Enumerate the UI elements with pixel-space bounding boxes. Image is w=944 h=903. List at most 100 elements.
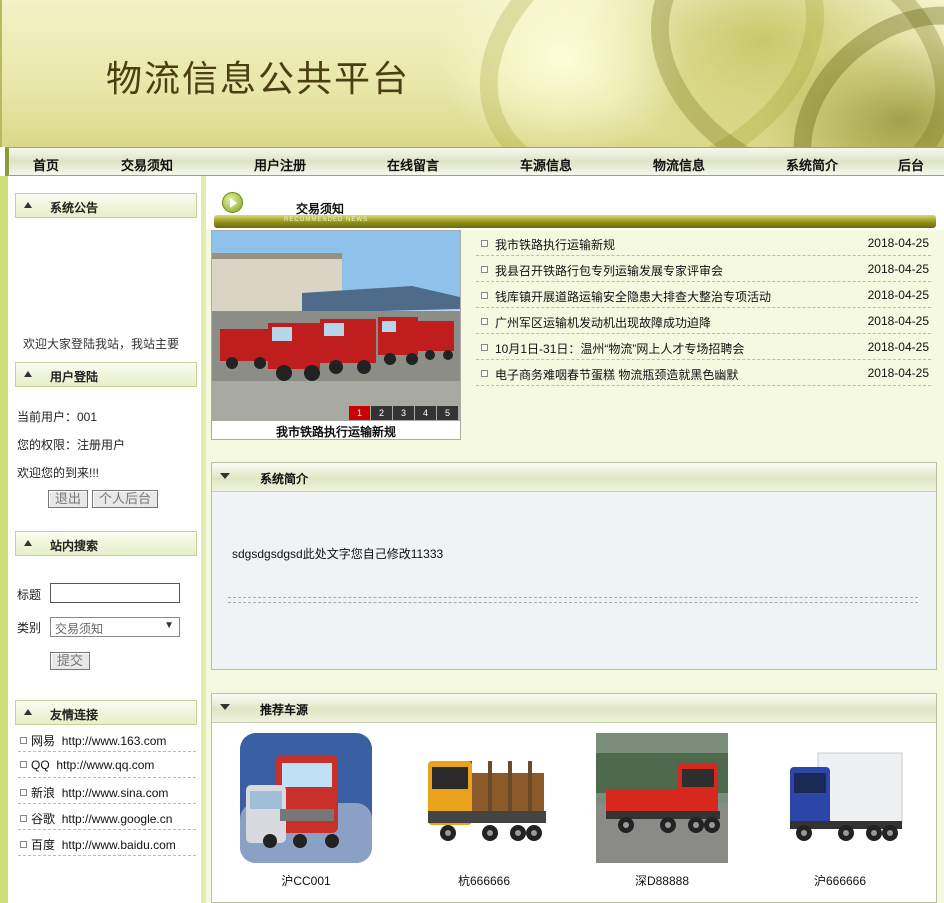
vehicle-image[interactable]	[240, 733, 372, 863]
vehicle-card[interactable]: 沪CC001	[240, 733, 372, 889]
news-item-date: 2018-04-25	[867, 340, 929, 354]
slider-pager: 1 2 3 4 5	[348, 406, 458, 420]
header-banner: 物流信息公共平台	[0, 0, 944, 147]
sidebar: 系统公告 欢迎大家登陆我站，我站主要 用户登陆 当前用户：001 您的权限：注册…	[8, 176, 201, 903]
left-accent-bar	[0, 176, 8, 903]
bullet-icon	[20, 737, 27, 744]
news-item-date: 2018-04-25	[867, 366, 929, 380]
vehicle-card[interactable]: 沪666666	[774, 733, 906, 889]
link-name: 网易	[31, 734, 56, 748]
pager-3[interactable]: 3	[393, 406, 414, 420]
vehicle-plate[interactable]: 杭666666	[418, 872, 550, 889]
search-submit-button[interactable]: 提交	[50, 652, 90, 670]
search-category-value: 交易须知	[55, 622, 104, 636]
personal-backend-button[interactable]: 个人后台	[92, 490, 158, 508]
link-name: 新浪	[31, 786, 56, 800]
link-url: http://www.baidu.com	[61, 838, 176, 852]
vehicle-plate[interactable]: 深D88888	[596, 872, 728, 889]
news-item[interactable]: 电子商务难咽春节蛋糕 物流瓶颈造就黑色幽默 2018-04-25	[476, 360, 931, 386]
nav-home[interactable]: 首页	[33, 155, 59, 174]
news-list: 我市铁路执行运输新规 2018-04-25 我县召开铁路行包专列运输发展专家评审会 2…	[476, 230, 931, 386]
news-item-date: 2018-04-25	[867, 314, 929, 328]
nav-admin[interactable]: 后台	[898, 155, 924, 174]
triangle-down-icon	[220, 704, 230, 710]
news-item[interactable]: 10月1日-31日：温州“物流”网上人才专场招聘会 2018-04-25	[476, 334, 931, 360]
vehicles-heading: 推荐车源	[260, 703, 309, 717]
bullet-icon	[20, 761, 27, 768]
link-url: http://www.google.cn	[61, 812, 173, 826]
news-item-title[interactable]: 钱库镇开展道路运输安全隐患大排查大整治专项活动	[495, 288, 771, 305]
nav-vehicles[interactable]: 车源信息	[520, 155, 572, 174]
arrow-right-icon	[222, 192, 243, 213]
nav-message[interactable]: 在线留言	[387, 155, 439, 174]
friend-link[interactable]: 新浪 http://www.sina.com	[18, 778, 196, 804]
link-name: 谷歌	[31, 812, 56, 826]
vehicles-panel-header: 推荐车源	[212, 694, 936, 723]
main-content: 交易须知 RECOMMENDED NEWS 1 2 3 4 5 我市铁路执行运输…	[206, 176, 944, 903]
logout-button[interactable]: 退出	[48, 490, 88, 508]
featured-news-image[interactable]: 1 2 3 4 5	[212, 231, 460, 421]
featured-news-slider[interactable]: 1 2 3 4 5 我市铁路执行运输新规	[211, 230, 461, 440]
news-item[interactable]: 钱库镇开展道路运输安全隐患大排查大整治专项活动 2018-04-25	[476, 282, 931, 308]
trucks-photo	[212, 231, 460, 421]
search-title-input[interactable]	[50, 583, 180, 603]
bullet-icon	[481, 370, 488, 377]
notice-heading: 系统公告	[15, 193, 197, 218]
pager-1[interactable]: 1	[349, 406, 370, 420]
friend-link[interactable]: 百度 http://www.baidu.com	[18, 830, 196, 856]
news-item-title[interactable]: 10月1日-31日：温州“物流”网上人才专场招聘会	[495, 340, 744, 357]
vehicle-image[interactable]	[774, 733, 906, 863]
link-name: 百度	[31, 838, 56, 852]
news-item-title[interactable]: 我县召开铁路行包专列运输发展专家评审会	[495, 262, 723, 279]
notice-text: 欢迎大家登陆我站，我站主要	[23, 337, 180, 351]
search-category-select[interactable]: 交易须知 ▼	[50, 617, 180, 637]
news-item-title[interactable]: 广州军区运输机发动机出现故障成功迫降	[495, 314, 711, 331]
intro-text: sdgsdgsdgsd此处文字您自己修改11333	[232, 547, 444, 561]
featured-news-caption[interactable]: 我市铁路执行运输新规	[212, 423, 460, 440]
pager-4[interactable]: 4	[415, 406, 436, 420]
pager-2[interactable]: 2	[371, 406, 392, 420]
vehicle-card[interactable]: 深D88888	[596, 733, 728, 889]
vehicle-plate[interactable]: 沪CC001	[240, 872, 372, 889]
news-item-title[interactable]: 电子商务难咽春节蛋糕 物流瓶颈造就黑色幽默	[495, 366, 738, 383]
nav-about[interactable]: 系统简介	[786, 155, 838, 174]
news-title-bar: RECOMMENDED NEWS	[214, 215, 936, 228]
bullet-icon	[20, 789, 27, 796]
news-item[interactable]: 我县召开铁路行包专列运输发展专家评审会 2018-04-25	[476, 256, 931, 282]
bullet-icon	[481, 266, 488, 273]
login-heading: 用户登陆	[15, 362, 197, 387]
vehicle-image[interactable]	[418, 733, 550, 863]
main-nav: 首页 交易须知 用户注册 在线留言 车源信息 物流信息 系统简介 后台	[5, 147, 944, 176]
links-heading: 友情连接	[15, 700, 197, 725]
friend-link[interactable]: QQ http://www.qq.com	[18, 752, 196, 778]
pager-5[interactable]: 5	[437, 406, 458, 420]
bullet-icon	[481, 292, 488, 299]
vehicle-card[interactable]: 杭666666	[418, 733, 550, 889]
bullet-icon	[481, 240, 488, 247]
news-header: 交易须知 RECOMMENDED NEWS	[206, 176, 944, 230]
triangle-down-icon	[220, 473, 230, 479]
nav-register[interactable]: 用户注册	[254, 155, 306, 174]
nav-logistics[interactable]: 物流信息	[653, 155, 705, 174]
welcome-text: 欢迎您的到来!!!	[17, 466, 100, 480]
link-url: http://www.sina.com	[61, 786, 169, 800]
link-name: QQ	[31, 758, 50, 772]
news-item-date: 2018-04-25	[867, 288, 929, 302]
bullet-icon	[481, 344, 488, 351]
vehicle-plate[interactable]: 沪666666	[774, 872, 906, 889]
intro-panel: 系统简介 sdgsdgsdgsd此处文字您自己修改11333	[211, 462, 937, 670]
news-item[interactable]: 广州军区运输机发动机出现故障成功迫降 2018-04-25	[476, 308, 931, 334]
nav-trade-notice[interactable]: 交易须知	[121, 155, 173, 174]
friend-link[interactable]: 网易 http://www.163.com	[18, 726, 196, 752]
news-item-date: 2018-04-25	[867, 262, 929, 276]
vehicle-image[interactable]	[596, 733, 728, 863]
chevron-down-icon: ▼	[164, 620, 174, 631]
news-bar-caption: RECOMMENDED NEWS	[284, 217, 369, 223]
intro-panel-header: 系统简介	[212, 463, 936, 492]
friend-link[interactable]: 谷歌 http://www.google.cn	[18, 804, 196, 830]
news-item[interactable]: 我市铁路执行运输新规 2018-04-25	[476, 230, 931, 256]
link-url: http://www.163.com	[61, 734, 167, 748]
news-item-title[interactable]: 我市铁路执行运输新规	[495, 236, 615, 253]
intro-heading: 系统简介	[260, 472, 309, 486]
user-permission: 您的权限：注册用户	[17, 438, 126, 452]
